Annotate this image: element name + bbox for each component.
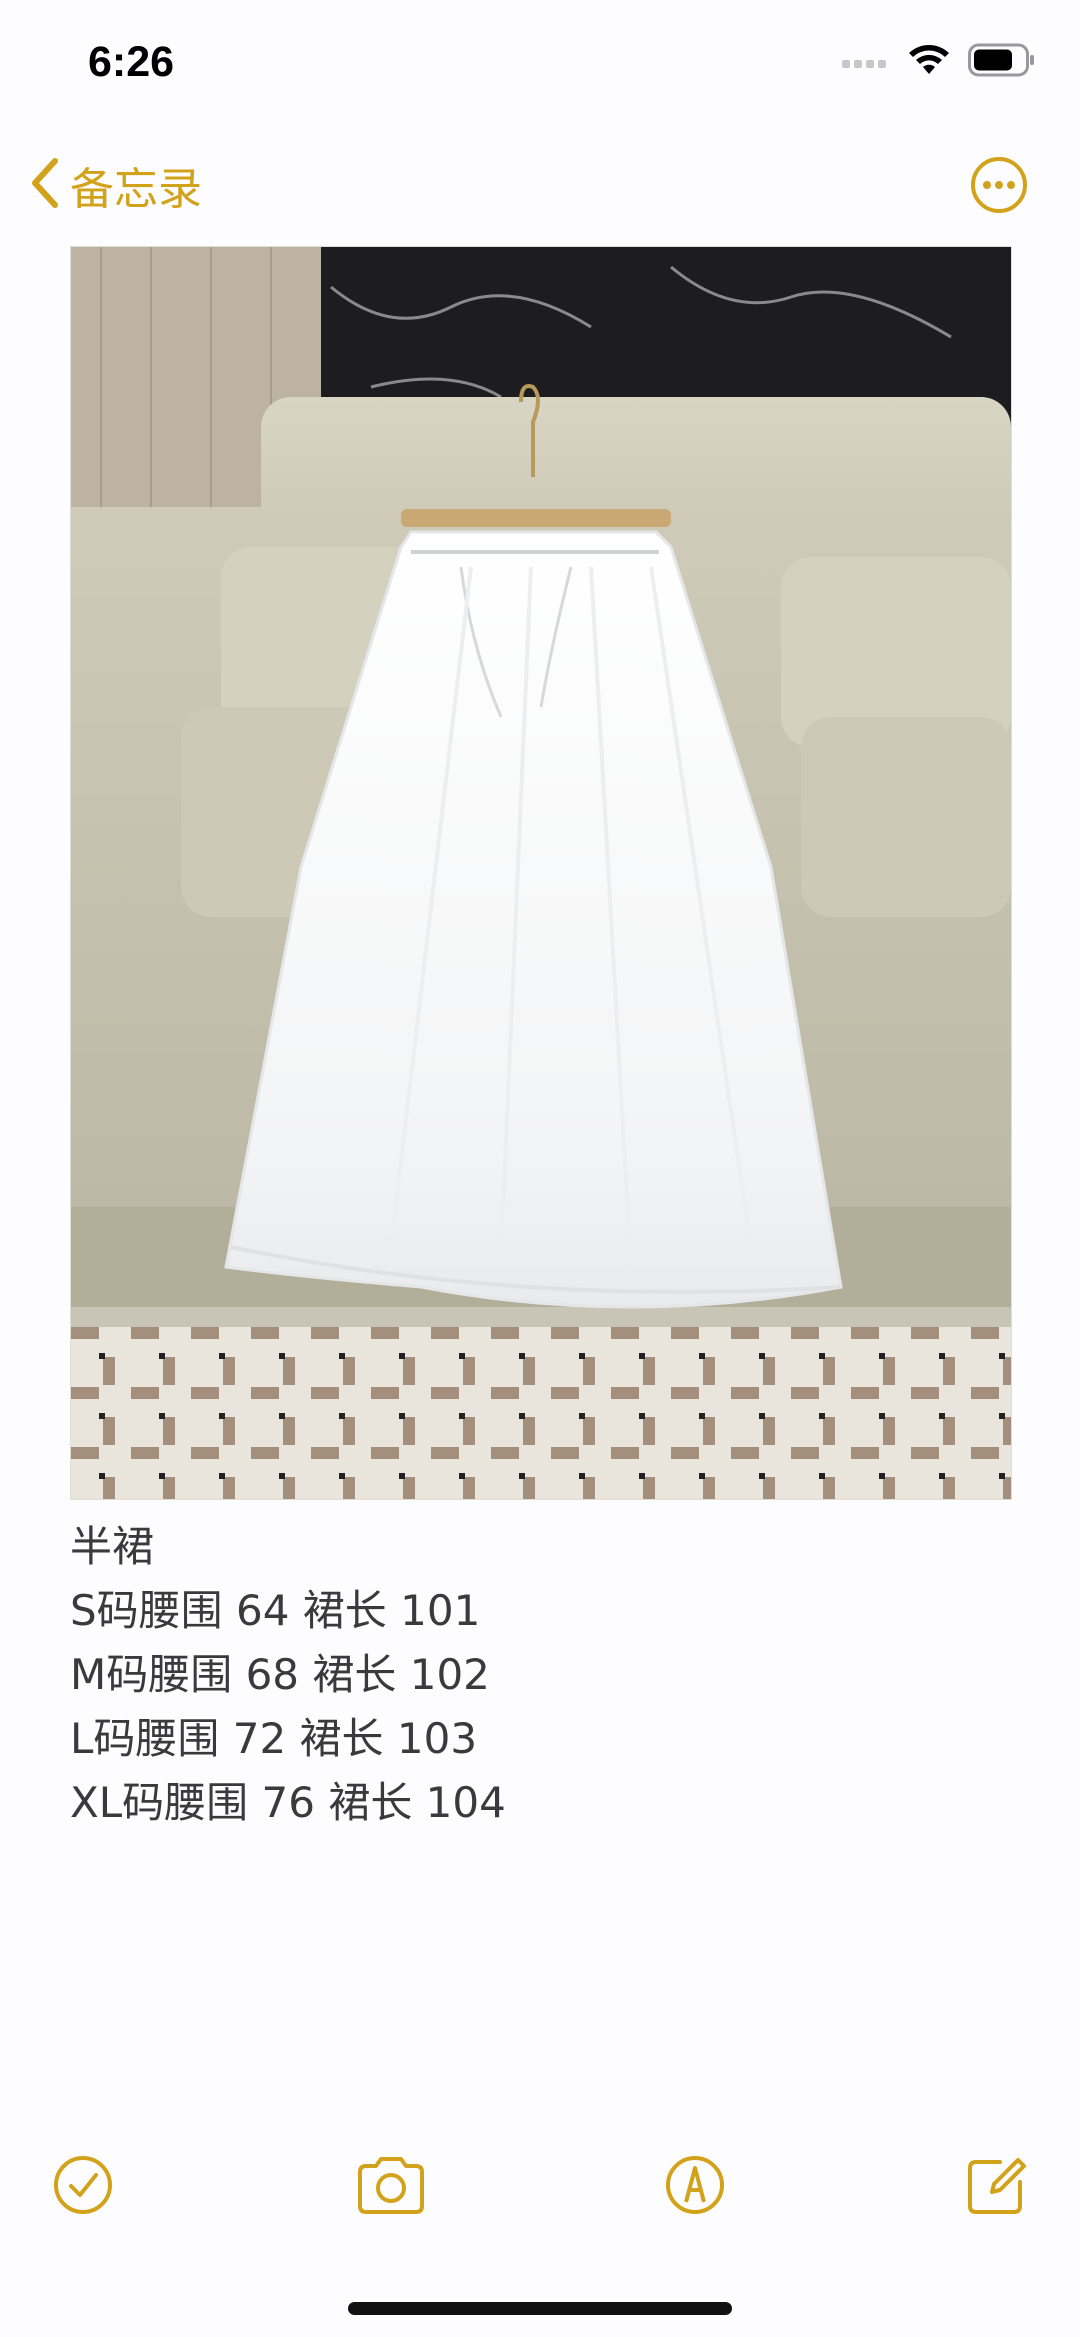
compose-button[interactable] (962, 2150, 1032, 2220)
status-icons (842, 42, 1036, 82)
battery-icon (968, 43, 1036, 81)
note-line-size-l: L码腰围 72 裙长 103 (70, 1714, 478, 1763)
home-indicator[interactable] (348, 2302, 732, 2315)
note-photo[interactable] (70, 246, 1012, 1500)
more-button[interactable] (970, 156, 1028, 214)
note-line-size-s: S码腰围 64 裙长 101 (70, 1586, 481, 1635)
status-bar: 6:26 (0, 0, 1080, 130)
markup-button[interactable] (660, 2150, 730, 2220)
note-line-size-m: M码腰围 68 裙长 102 (70, 1650, 490, 1699)
compose-icon (968, 2158, 1026, 2214)
signal-icon (842, 53, 890, 72)
ellipsis-circle-icon (971, 157, 1027, 213)
note-title: 半裙 (70, 1522, 155, 1571)
back-button[interactable]: 备忘录 (30, 150, 202, 220)
skirt-photo-illustration (71, 247, 1011, 1499)
back-label: 备忘录 (70, 164, 202, 215)
wifi-icon (908, 44, 950, 80)
note-line-size-xl: XL码腰围 76 裙长 104 (70, 1778, 506, 1827)
checklist-icon (54, 2156, 112, 2214)
camera-icon (358, 2157, 424, 2214)
nav-bar: 备忘录 (0, 140, 1080, 230)
status-time: 6:26 (88, 38, 175, 86)
chevron-left-icon (30, 157, 60, 213)
markup-pen-icon (666, 2156, 724, 2214)
note-body[interactable]: 半裙 S码腰围 64 裙长 101 M码腰围 68 裙长 102 L码腰围 72… (70, 1515, 1010, 1835)
checklist-button[interactable] (48, 2150, 118, 2220)
camera-button[interactable] (352, 2150, 430, 2220)
bottom-toolbar (0, 2150, 1080, 2230)
